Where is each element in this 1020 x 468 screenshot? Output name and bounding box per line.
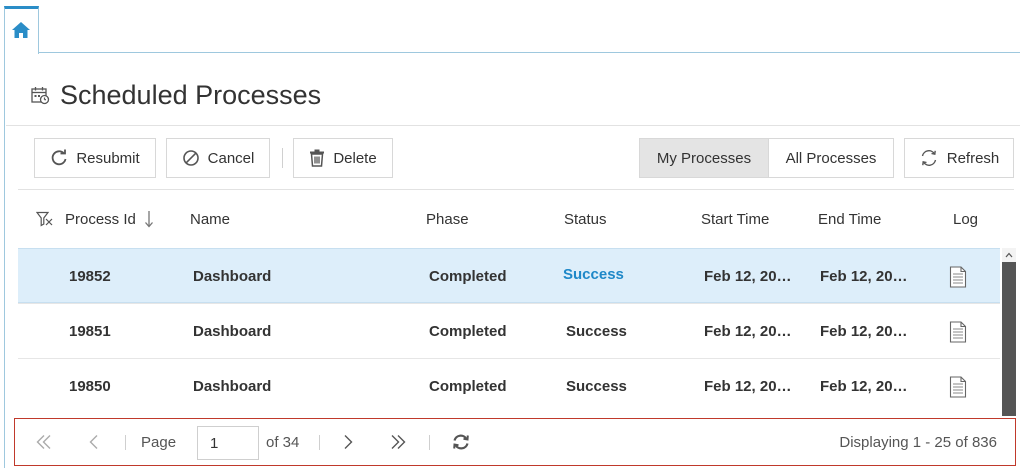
trash-icon bbox=[310, 149, 325, 167]
home-icon bbox=[12, 22, 30, 38]
column-header-start-time[interactable]: Start Time bbox=[701, 190, 769, 248]
first-page-icon bbox=[36, 435, 51, 449]
process-id-cell: 19852 bbox=[69, 268, 111, 285]
all-processes-toggle[interactable]: All Processes bbox=[768, 138, 894, 178]
page-count: of 34 bbox=[266, 433, 300, 451]
page-header: Scheduled Processes bbox=[30, 78, 321, 112]
page-label: Page bbox=[141, 433, 177, 451]
start-time-cell: Feb 12, 20… bbox=[704, 323, 792, 340]
column-label: Status bbox=[564, 210, 607, 228]
status-cell: Success bbox=[566, 323, 627, 340]
phase-cell: Completed bbox=[429, 378, 507, 395]
phase-cell: Completed bbox=[429, 323, 507, 340]
vertical-scrollbar[interactable] bbox=[1002, 248, 1016, 416]
refresh-label: Refresh bbox=[946, 149, 1000, 167]
process-id-cell: 19850 bbox=[69, 378, 111, 395]
display-summary: Displaying 1 - 25 of 836 bbox=[839, 433, 997, 451]
log-document-icon bbox=[949, 320, 967, 343]
status-link[interactable]: Success bbox=[563, 249, 624, 304]
name-cell: Dashboard bbox=[193, 323, 272, 340]
prev-page-button[interactable] bbox=[88, 419, 100, 465]
table-row[interactable]: 19851 Dashboard Completed Success Feb 12… bbox=[18, 303, 1000, 358]
filter-button[interactable] bbox=[36, 190, 54, 248]
resubmit-label: Resubmit bbox=[76, 149, 140, 167]
log-button[interactable] bbox=[949, 359, 967, 414]
table-row[interactable]: 19852 Dashboard Completed Success Feb 12… bbox=[18, 248, 1000, 303]
column-header-phase[interactable]: Phase bbox=[426, 190, 469, 248]
pager-separator bbox=[125, 435, 126, 450]
toolbar-separator bbox=[282, 148, 283, 168]
delete-label: Delete bbox=[333, 149, 377, 167]
my-processes-toggle[interactable]: My Processes bbox=[639, 138, 769, 178]
column-label: Phase bbox=[426, 210, 469, 228]
cancel-icon bbox=[182, 150, 199, 166]
last-page-button[interactable] bbox=[389, 419, 407, 465]
filter-icon bbox=[36, 211, 53, 227]
page-title: Scheduled Processes bbox=[60, 79, 322, 110]
process-id-cell: 19851 bbox=[69, 323, 111, 340]
column-label: End Time bbox=[818, 210, 882, 228]
pager-refresh-button[interactable] bbox=[451, 419, 471, 465]
log-document-icon bbox=[949, 375, 967, 398]
column-label: Name bbox=[190, 210, 231, 228]
all-processes-label: All Processes bbox=[785, 149, 877, 167]
divider bbox=[6, 125, 1020, 126]
calendar-icon bbox=[30, 85, 50, 105]
column-header-log[interactable]: Log bbox=[953, 190, 978, 248]
end-time-cell: Feb 12, 20… bbox=[820, 323, 908, 340]
page-number-input[interactable] bbox=[197, 426, 259, 460]
log-document-icon bbox=[949, 265, 967, 288]
log-button[interactable] bbox=[949, 304, 967, 359]
column-label: Process Id bbox=[65, 210, 136, 228]
log-button[interactable] bbox=[949, 249, 967, 304]
column-header-status[interactable]: Status bbox=[564, 190, 607, 248]
start-time-cell: Feb 12, 20… bbox=[704, 378, 792, 395]
end-time-cell: Feb 12, 20… bbox=[820, 378, 908, 395]
last-page-icon bbox=[391, 435, 406, 449]
column-label: Log bbox=[953, 210, 979, 228]
pager-separator bbox=[319, 435, 320, 450]
column-label: Start Time bbox=[701, 210, 770, 228]
cancel-button[interactable]: Cancel bbox=[166, 138, 270, 178]
table-row[interactable]: 19850 Dashboard Completed Success Feb 12… bbox=[18, 358, 1000, 413]
resubmit-button[interactable]: Resubmit bbox=[34, 138, 156, 178]
next-page-button[interactable] bbox=[342, 419, 354, 465]
column-header-end-time[interactable]: End Time bbox=[818, 190, 881, 248]
next-page-icon bbox=[344, 435, 353, 449]
pager-separator bbox=[429, 435, 430, 450]
tab-strip bbox=[0, 0, 1020, 54]
table-header: Process Id Name Phase Status Start Time … bbox=[18, 190, 1000, 248]
column-header-process-id[interactable]: Process Id bbox=[65, 190, 154, 248]
start-time-cell: Feb 12, 20… bbox=[704, 268, 792, 285]
first-page-button[interactable] bbox=[35, 419, 53, 465]
phase-cell: Completed bbox=[429, 268, 507, 285]
home-tab[interactable] bbox=[4, 6, 39, 54]
panel-left-border bbox=[4, 54, 5, 468]
prev-page-icon bbox=[89, 435, 98, 449]
status-cell: Success bbox=[566, 378, 627, 395]
cancel-label: Cancel bbox=[207, 149, 255, 167]
chevron-up-icon bbox=[1005, 252, 1013, 258]
tab-strip-line bbox=[38, 52, 1020, 53]
refresh-button[interactable]: Refresh bbox=[904, 138, 1014, 178]
scroll-up-button[interactable] bbox=[1002, 248, 1016, 262]
pager-refresh-icon bbox=[453, 434, 469, 450]
sort-arrow-icon bbox=[144, 211, 153, 228]
name-cell: Dashboard bbox=[193, 378, 272, 395]
delete-button[interactable]: Delete bbox=[293, 138, 393, 178]
my-processes-label: My Processes bbox=[656, 149, 752, 167]
pagination-bar: Page of 34 Displaying 1 - 25 of 836 bbox=[14, 418, 1016, 466]
end-time-cell: Feb 12, 20… bbox=[820, 268, 908, 285]
resubmit-icon bbox=[52, 149, 67, 166]
refresh-icon bbox=[921, 150, 936, 166]
name-cell: Dashboard bbox=[193, 268, 272, 285]
column-header-name[interactable]: Name bbox=[190, 190, 230, 248]
